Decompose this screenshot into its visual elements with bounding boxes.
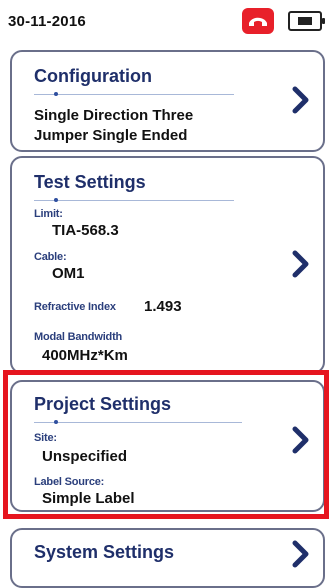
limit-value: TIA-568.3 bbox=[52, 222, 119, 239]
label-source-label: Label Source: bbox=[34, 476, 105, 488]
system-settings-title: System Settings bbox=[34, 542, 175, 562]
cable-label: Cable: bbox=[34, 251, 67, 263]
refractive-index-label: Refractive Index bbox=[34, 301, 116, 313]
phone-hangup-icon[interactable] bbox=[242, 8, 274, 34]
chevron-right-icon[interactable] bbox=[289, 86, 313, 114]
label-source-value: Simple Label bbox=[42, 490, 135, 507]
modal-bandwidth-label: Modal Bandwidth bbox=[34, 331, 123, 343]
project-settings-title: Project Settings bbox=[34, 394, 172, 414]
chevron-right-icon[interactable] bbox=[289, 540, 313, 568]
date-display: 30-11-2016 bbox=[8, 12, 86, 30]
project-settings-card[interactable]: Project Settings Site: Unspecified Label… bbox=[10, 380, 325, 512]
title-divider bbox=[34, 420, 242, 424]
system-settings-card[interactable]: System Settings bbox=[10, 528, 325, 588]
cable-value: OM1 bbox=[52, 265, 85, 282]
limit-label: Limit: bbox=[34, 208, 63, 220]
test-settings-card[interactable]: Test Settings Limit: TIA-568.3 Cable: OM… bbox=[10, 156, 325, 374]
battery-icon bbox=[288, 11, 325, 31]
configuration-title: Configuration bbox=[34, 66, 152, 86]
status-bar: 30-11-2016 bbox=[0, 0, 332, 42]
site-label: Site: bbox=[34, 432, 57, 444]
configuration-summary-line2: Jumper Single Ended bbox=[34, 127, 188, 144]
chevron-right-icon[interactable] bbox=[289, 426, 313, 454]
refractive-index-value: 1.493 bbox=[144, 298, 182, 315]
configuration-summary-line1: Single Direction Three bbox=[34, 107, 194, 124]
test-settings-title: Test Settings bbox=[34, 172, 146, 192]
modal-bandwidth-value: 400MHz*Km bbox=[42, 347, 128, 364]
title-divider bbox=[34, 92, 234, 96]
site-value: Unspecified bbox=[42, 448, 128, 465]
configuration-card[interactable]: Configuration Single Direction Three Jum… bbox=[10, 50, 325, 152]
chevron-right-icon[interactable] bbox=[289, 250, 313, 278]
status-icons bbox=[242, 8, 325, 34]
title-divider bbox=[34, 198, 234, 202]
